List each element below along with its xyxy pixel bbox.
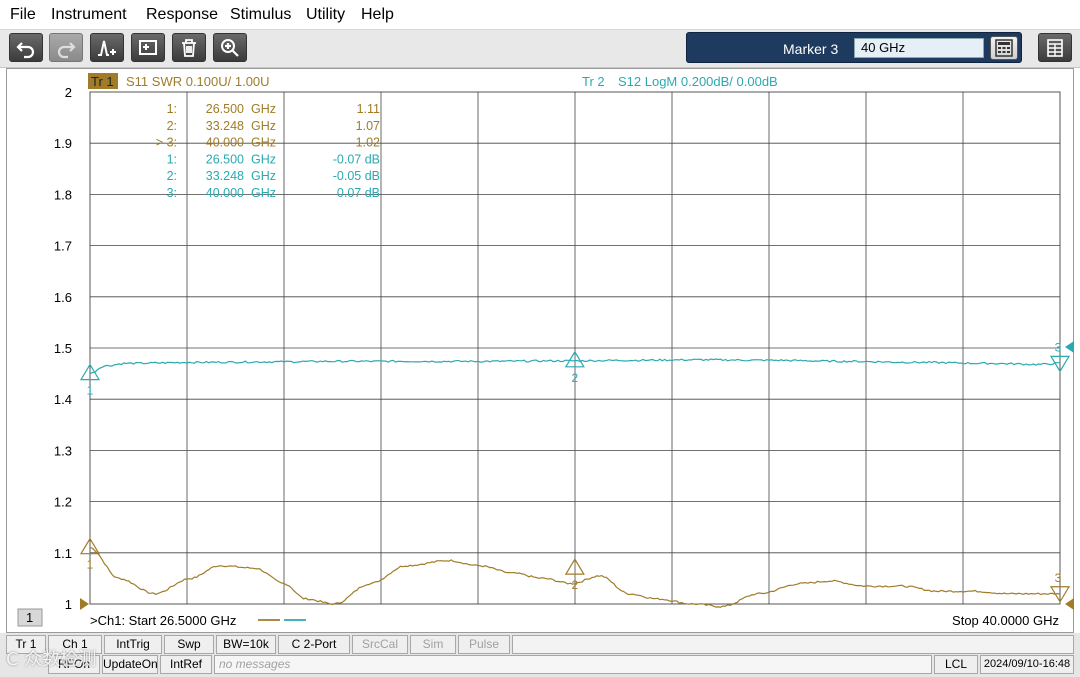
zoom-icon: [221, 38, 239, 57]
status-row1-empty: [512, 635, 1074, 654]
status-sweep[interactable]: Swp: [164, 635, 214, 654]
undo-button[interactable]: [9, 33, 43, 62]
menu-help[interactable]: Help: [361, 6, 394, 24]
status-reference[interactable]: IntRef: [160, 655, 212, 674]
marker-entry-panel: Marker 3 40 GHz: [686, 32, 1022, 63]
status-sim[interactable]: Sim: [410, 635, 456, 654]
screenshot-button[interactable]: [131, 33, 165, 62]
status-messages: no messages: [214, 655, 932, 674]
undo-icon: [16, 41, 35, 58]
zoom-button[interactable]: [213, 33, 247, 62]
marker-add-icon: [98, 40, 116, 56]
screenshot-icon: [139, 39, 157, 55]
marker-value-input[interactable]: 40 GHz: [854, 38, 984, 58]
status-trace[interactable]: Tr 1: [6, 635, 46, 654]
redo-icon: [57, 41, 76, 58]
menu-stimulus[interactable]: Stimulus: [230, 6, 291, 24]
status-rf[interactable]: RFOn: [48, 655, 100, 674]
status-calibration[interactable]: C 2-Port: [278, 635, 350, 654]
delete-button[interactable]: [172, 33, 206, 62]
status-update[interactable]: UpdateOn: [102, 655, 158, 674]
trash-icon: [182, 38, 196, 57]
calculator-button[interactable]: [990, 36, 1018, 60]
status-pulse[interactable]: Pulse: [458, 635, 510, 654]
menu-utility[interactable]: Utility: [306, 6, 345, 24]
redo-button[interactable]: [49, 33, 83, 62]
status-datetime: 2024/09/10-16:48: [980, 655, 1074, 674]
menu-instrument[interactable]: Instrument: [51, 6, 127, 24]
menu-response[interactable]: Response: [146, 6, 218, 24]
calculator-icon: [995, 39, 1013, 57]
toolbar: Marker 3 40 GHz: [0, 30, 1080, 68]
status-lcl[interactable]: LCL: [934, 655, 978, 674]
status-bandwidth[interactable]: BW=10k: [216, 635, 276, 654]
plot-frame: [6, 68, 1074, 633]
status-srccal[interactable]: SrcCal: [352, 635, 408, 654]
marker-label: Marker 3: [783, 41, 839, 57]
marker-add-button[interactable]: [90, 33, 124, 62]
status-bar: Tr 1 Ch 1 IntTrig Swp BW=10k C 2-Port Sr…: [0, 633, 1080, 677]
status-channel[interactable]: Ch 1: [48, 635, 102, 654]
menu-file[interactable]: File: [10, 6, 36, 24]
softkey-menu-button[interactable]: [1038, 33, 1072, 62]
menu-bar: File Instrument Response Stimulus Utilit…: [0, 0, 1080, 30]
status-trigger[interactable]: IntTrig: [104, 635, 162, 654]
grid-menu-icon: [1047, 38, 1063, 57]
